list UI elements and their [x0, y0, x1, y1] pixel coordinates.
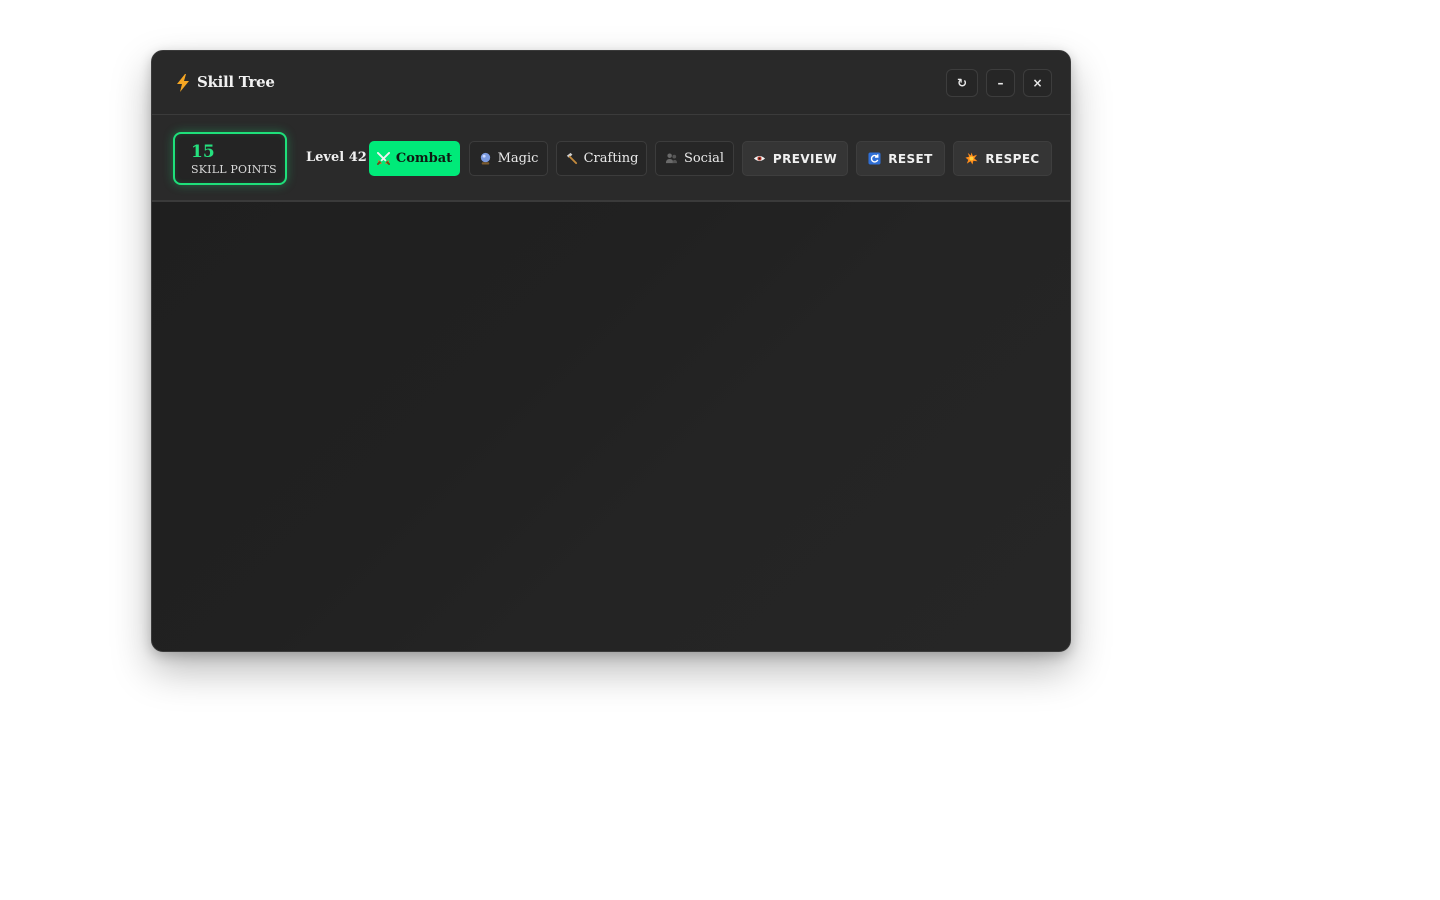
refresh-button[interactable]: ↻: [946, 69, 978, 97]
tab-social[interactable]: Social: [655, 141, 734, 176]
reset-button[interactable]: RESET: [856, 141, 945, 176]
window-title: Skill Tree: [197, 73, 275, 91]
tab-magic-label: Magic: [497, 151, 539, 166]
tab-social-label: Social: [683, 151, 725, 166]
refresh-icon: [868, 152, 881, 165]
lightning-icon: [177, 74, 189, 92]
tab-crafting[interactable]: Crafting: [556, 141, 647, 176]
tab-combat[interactable]: Combat: [369, 141, 460, 176]
tab-combat-label: Combat: [395, 151, 453, 166]
crossed-swords-icon: [376, 152, 390, 165]
title-bar: Skill Tree ↻ – ×: [152, 51, 1070, 115]
preview-button[interactable]: PREVIEW: [742, 141, 848, 176]
hammer-icon: [566, 152, 577, 165]
people-icon: [665, 153, 678, 164]
explosion-icon: [965, 152, 978, 165]
skill-points-panel: 15 SKILL POINTS: [173, 132, 287, 185]
player-level: Level 42: [306, 150, 367, 165]
skill-points-label: SKILL POINTS: [191, 163, 277, 176]
tab-crafting-label: Crafting: [583, 151, 639, 166]
skill-tree-window: Skill Tree ↻ – × 15 SKILL POINTS Level 4…: [151, 50, 1071, 652]
reset-label: RESET: [888, 151, 933, 166]
eye-icon: [753, 155, 765, 162]
crystal-ball-icon: [480, 152, 490, 165]
tab-magic[interactable]: Magic: [469, 141, 548, 176]
toolbar: 15 SKILL POINTS Level 42 Combat Magic Cr…: [152, 115, 1070, 202]
respec-button[interactable]: RESPEC: [953, 141, 1052, 176]
skill-points-value: 15: [191, 142, 215, 162]
skill-tree-canvas[interactable]: [152, 202, 1070, 651]
minimize-button[interactable]: –: [986, 69, 1015, 97]
preview-label: PREVIEW: [772, 151, 838, 166]
respec-label: RESPEC: [985, 151, 1040, 166]
close-button[interactable]: ×: [1023, 69, 1052, 97]
